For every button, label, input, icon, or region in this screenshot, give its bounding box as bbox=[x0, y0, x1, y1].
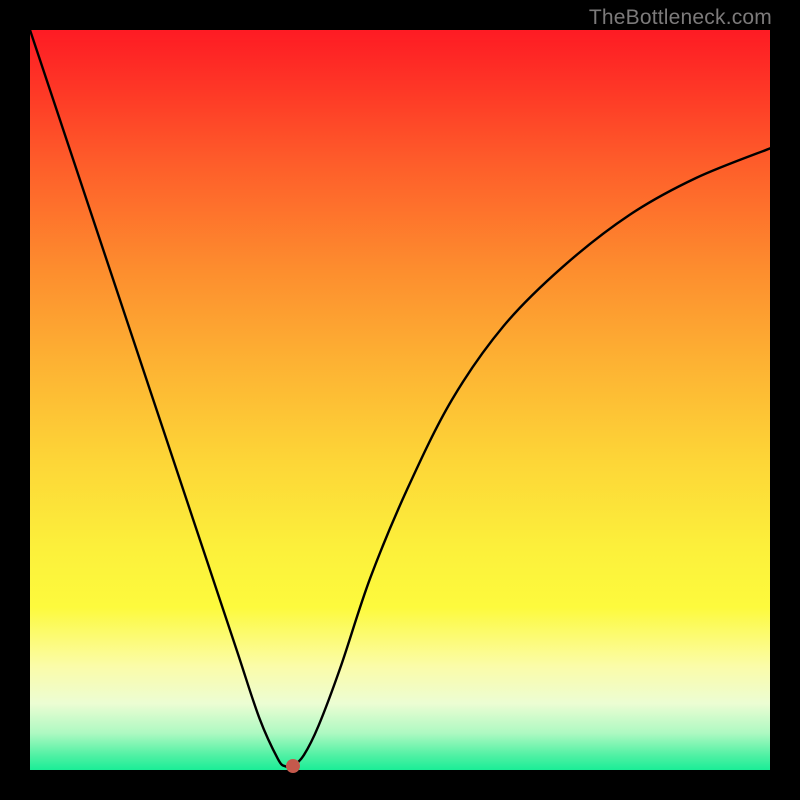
curve-svg bbox=[30, 30, 770, 770]
minimum-marker bbox=[286, 759, 300, 773]
plot-area bbox=[30, 30, 770, 770]
watermark-text: TheBottleneck.com bbox=[589, 6, 772, 30]
chart-frame: TheBottleneck.com bbox=[0, 0, 800, 800]
chart-line bbox=[30, 30, 770, 767]
